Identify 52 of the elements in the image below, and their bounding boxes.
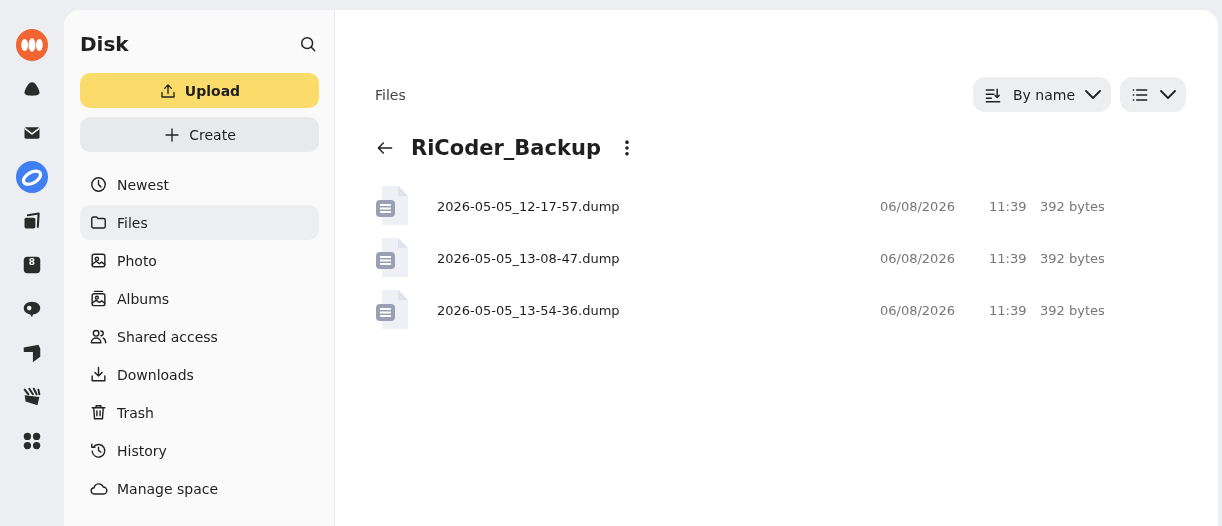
shield-icon[interactable] — [21, 342, 43, 364]
file-time: 11:39 — [989, 302, 1028, 318]
nav-item[interactable]: History — [80, 433, 319, 468]
nav-item[interactable]: Shared access — [80, 319, 319, 354]
app-title: Disk — [80, 32, 129, 56]
logo-icon[interactable] — [16, 29, 48, 61]
file-icon — [375, 237, 411, 279]
nav-item[interactable]: Downloads — [80, 357, 319, 392]
file-name[interactable]: 2026-05-05_12-17-57.dump — [437, 198, 880, 214]
create-button[interactable]: Create — [80, 117, 319, 152]
folder-title: RiCoder_Backup — [411, 136, 601, 160]
history-icon — [89, 441, 108, 460]
download-icon — [89, 365, 108, 384]
file-time: 11:39 — [989, 198, 1028, 214]
view-button[interactable] — [1120, 77, 1186, 112]
nav-item[interactable]: Albums — [80, 281, 319, 316]
file-icon — [375, 185, 411, 227]
chevron-down-icon — [1160, 89, 1176, 100]
photo-icon — [89, 251, 108, 270]
upload-button[interactable]: Upload — [80, 73, 319, 108]
file-date: 06/08/2026 — [880, 250, 956, 266]
disk-icon[interactable] — [16, 161, 48, 193]
folder-icon — [89, 213, 108, 232]
file-date: 06/08/2026 — [880, 198, 956, 214]
file-date: 06/08/2026 — [880, 302, 956, 318]
nav-item[interactable]: Photo — [80, 243, 319, 278]
file-name[interactable]: 2026-05-05_13-54-36.dump — [437, 302, 880, 318]
file-size: 392 bytes — [1040, 198, 1105, 214]
plus-icon — [163, 125, 182, 144]
calendar-icon[interactable] — [21, 254, 43, 276]
badge-count: 8 — [27, 257, 37, 267]
nav-item[interactable]: Newest — [80, 167, 319, 202]
file-time: 11:39 — [989, 250, 1028, 266]
file-name[interactable]: 2026-05-05_13-08-47.dump — [437, 250, 880, 266]
nav-item[interactable]: Trash — [80, 395, 319, 430]
file-size: 392 bytes — [1040, 250, 1105, 266]
nav-item[interactable]: Files — [80, 205, 319, 240]
file-size: 392 bytes — [1040, 302, 1105, 318]
nav-item[interactable]: Manage space — [80, 471, 319, 506]
cards-icon[interactable] — [22, 211, 42, 231]
apps-icon[interactable] — [21, 430, 43, 452]
clapper-icon[interactable] — [21, 386, 43, 408]
file-icon — [375, 289, 411, 331]
trash-icon — [89, 403, 108, 422]
sort-button[interactable]: By name — [972, 77, 1111, 112]
people-icon — [89, 327, 108, 346]
album-icon — [89, 289, 108, 308]
upload-icon — [158, 81, 177, 100]
search-icon[interactable] — [298, 34, 318, 54]
chevron-down-icon — [1085, 89, 1101, 100]
breadcrumb-link[interactable]: Files — [375, 86, 406, 103]
clock-icon — [89, 175, 108, 194]
